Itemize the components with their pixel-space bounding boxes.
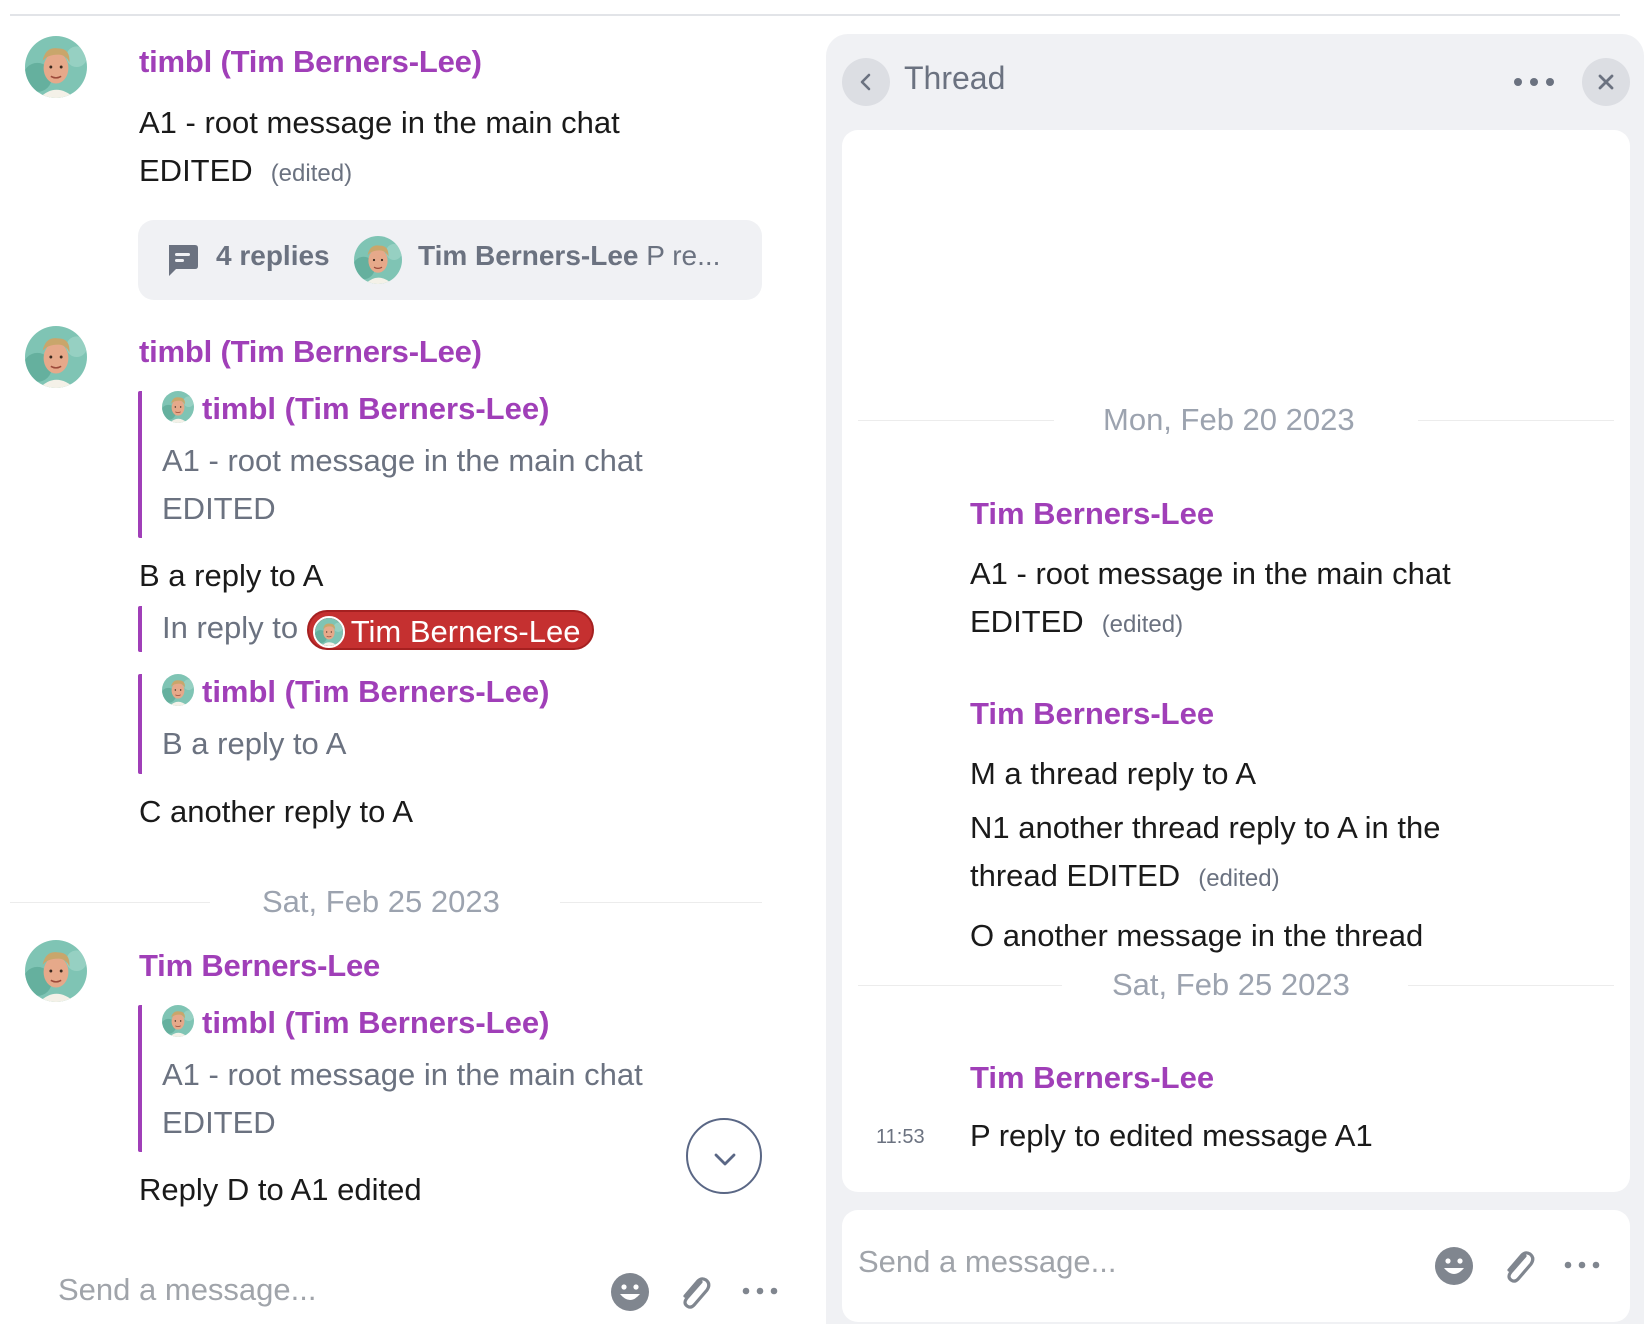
message-text-line-2: EDITED — [139, 153, 253, 188]
message-text-line: N1 another thread reply to A in the — [970, 810, 1441, 845]
quoted-message[interactable]: timbl (Tim Berners-Lee) B a reply to A — [138, 674, 698, 774]
thread-message-list: Mon, Feb 20 2023 Tim Berners-Lee A1 - ro… — [842, 130, 1630, 1192]
message-text-d: Reply D to A1 edited — [139, 1172, 422, 1207]
mention-name: Tim Berners-Lee — [350, 613, 581, 649]
quoted-author: timbl (Tim Berners-Lee) — [162, 391, 549, 427]
quoted-text-line: B a reply to A — [162, 726, 347, 761]
date-separator: Mon, Feb 20 2023 — [858, 402, 1614, 438]
date-label: Sat, Feb 25 2023 — [1112, 967, 1350, 1002]
message-text-line: O another message in the thread — [970, 918, 1424, 953]
main-chat: timbl (Tim Berners-Lee) A1 - root messag… — [0, 16, 800, 1324]
edited-label: (edited) — [1101, 611, 1184, 638]
thread-panel: Thread Mon, Feb 20 2023 Tim Berners-Lee … — [826, 34, 1644, 1324]
scroll-to-bottom-button[interactable] — [686, 1118, 762, 1194]
quoted-author: timbl (Tim Berners-Lee) — [162, 1005, 549, 1041]
user-mention-chip[interactable]: Tim Berners-Lee — [306, 609, 595, 650]
last-reply-author: Tim Berners-Lee — [418, 240, 639, 271]
message-input-placeholder[interactable]: Send a message... — [58, 1272, 317, 1308]
separator-line — [560, 902, 762, 903]
message-text-line: thread EDITED (edited) — [970, 852, 1280, 903]
close-icon — [1598, 74, 1614, 90]
in-reply-to: In reply to Tim Berners-Lee — [138, 606, 628, 652]
author-name[interactable]: timbl (Tim Berners-Lee) — [139, 334, 482, 370]
author-avatar[interactable] — [25, 940, 87, 1002]
message-text-line-2: EDITED — [970, 604, 1084, 639]
separator-line — [10, 902, 210, 903]
edited-label: (edited) — [270, 160, 353, 187]
thread-title: Thread — [904, 60, 1006, 96]
quoted-author-avatar — [162, 391, 194, 423]
quoted-text-line: EDITED — [162, 491, 276, 526]
message-input-placeholder[interactable]: Send a message... — [858, 1244, 1117, 1280]
quoted-author-avatar — [162, 674, 194, 706]
chevron-down-icon — [714, 1153, 736, 1166]
back-button[interactable] — [842, 58, 890, 106]
more-icon[interactable] — [740, 1286, 780, 1296]
in-reply-to-prefix: In reply to — [162, 610, 299, 645]
quoted-author: timbl (Tim Berners-Lee) — [162, 674, 549, 710]
quoted-author-avatar — [162, 1005, 194, 1037]
message-text-b: B a reply to A — [139, 558, 324, 593]
quoted-text-line: A1 - root message in the main chat — [162, 443, 643, 478]
message-d[interactable]: Tim Berners-Lee timbl (Tim Berners-Lee) … — [0, 940, 780, 1240]
quoted-message[interactable]: timbl (Tim Berners-Lee) A1 - root messag… — [138, 391, 698, 538]
quoted-author-name: timbl (Tim Berners-Lee) — [202, 674, 550, 709]
more-icon[interactable] — [1510, 70, 1558, 94]
author-avatar[interactable] — [874, 1046, 936, 1108]
quoted-author-name: timbl (Tim Berners-Lee) — [202, 391, 550, 426]
main-composer[interactable]: Send a message... — [0, 1260, 800, 1324]
last-reply-preview: Tim Berners-Lee P re... — [418, 240, 720, 272]
message-text-line: EDITED (edited) — [970, 598, 1183, 649]
message-a1[interactable]: timbl (Tim Berners-Lee) A1 - root messag… — [0, 16, 780, 316]
separator-line — [1408, 985, 1614, 986]
chevron-left-icon — [860, 73, 871, 91]
in-reply-to-line: In reply to Tim Berners-Lee — [162, 604, 595, 652]
date-separator: Sat, Feb 25 2023 — [858, 967, 1614, 1003]
thread-replies-summary[interactable]: 4 replies Tim Berners-Lee P re... — [138, 220, 762, 300]
author-avatar[interactable] — [25, 326, 87, 388]
message-text-line-3: thread EDITED — [970, 858, 1181, 893]
thread-composer[interactable]: Send a message... — [842, 1210, 1630, 1322]
message-text-line: A1 - root message in the main chat — [970, 556, 1451, 591]
author-name[interactable]: timbl (Tim Berners-Lee) — [139, 44, 482, 80]
quoted-text-line: A1 - root message in the main chat — [162, 1057, 643, 1092]
author-name[interactable]: Tim Berners-Lee — [139, 948, 380, 984]
author-name[interactable]: Tim Berners-Lee — [970, 496, 1214, 532]
date-label: Sat, Feb 25 2023 — [262, 884, 500, 919]
message-text-line: EDITED (edited) — [139, 147, 352, 198]
paperclip-icon[interactable] — [1498, 1246, 1538, 1286]
author-name[interactable]: Tim Berners-Lee — [970, 1060, 1214, 1096]
separator-line — [1418, 420, 1614, 421]
quoted-author-name: timbl (Tim Berners-Lee) — [202, 1005, 550, 1040]
date-separator: Sat, Feb 25 2023 — [10, 884, 762, 920]
quoted-message[interactable]: timbl (Tim Berners-Lee) A1 - root messag… — [138, 1005, 698, 1152]
mention-avatar — [312, 615, 345, 648]
paperclip-icon[interactable] — [674, 1272, 714, 1312]
message-text-line: A1 - root message in the main chat — [139, 105, 620, 140]
reply-count: 4 replies — [216, 240, 330, 271]
emoji-icon[interactable] — [1434, 1246, 1474, 1286]
author-avatar[interactable] — [874, 682, 936, 744]
last-reply-text: P re... — [646, 240, 721, 271]
date-label: Mon, Feb 20 2023 — [1103, 402, 1355, 437]
message-text-line: M a thread reply to A — [970, 756, 1257, 791]
chat-bubble-icon — [169, 245, 198, 276]
author-name[interactable]: Tim Berners-Lee — [970, 696, 1214, 732]
separator-line — [858, 985, 1062, 986]
quoted-text-line: EDITED — [162, 1105, 276, 1140]
author-avatar[interactable] — [25, 36, 87, 98]
more-icon[interactable] — [1562, 1260, 1602, 1270]
message-timestamp: 11:53 — [876, 1126, 925, 1148]
message-b-c[interactable]: timbl (Tim Berners-Lee) timbl (Tim Berne… — [0, 326, 780, 866]
last-reply-avatar — [354, 236, 402, 284]
emoji-icon[interactable] — [610, 1272, 650, 1312]
message-text-c: C another reply to A — [139, 794, 413, 829]
close-thread-button[interactable] — [1582, 58, 1630, 106]
edited-label: (edited) — [1198, 865, 1280, 892]
separator-line — [858, 420, 1054, 421]
message-text-line: P reply to edited message A1 — [970, 1118, 1373, 1153]
author-avatar[interactable] — [874, 482, 936, 544]
